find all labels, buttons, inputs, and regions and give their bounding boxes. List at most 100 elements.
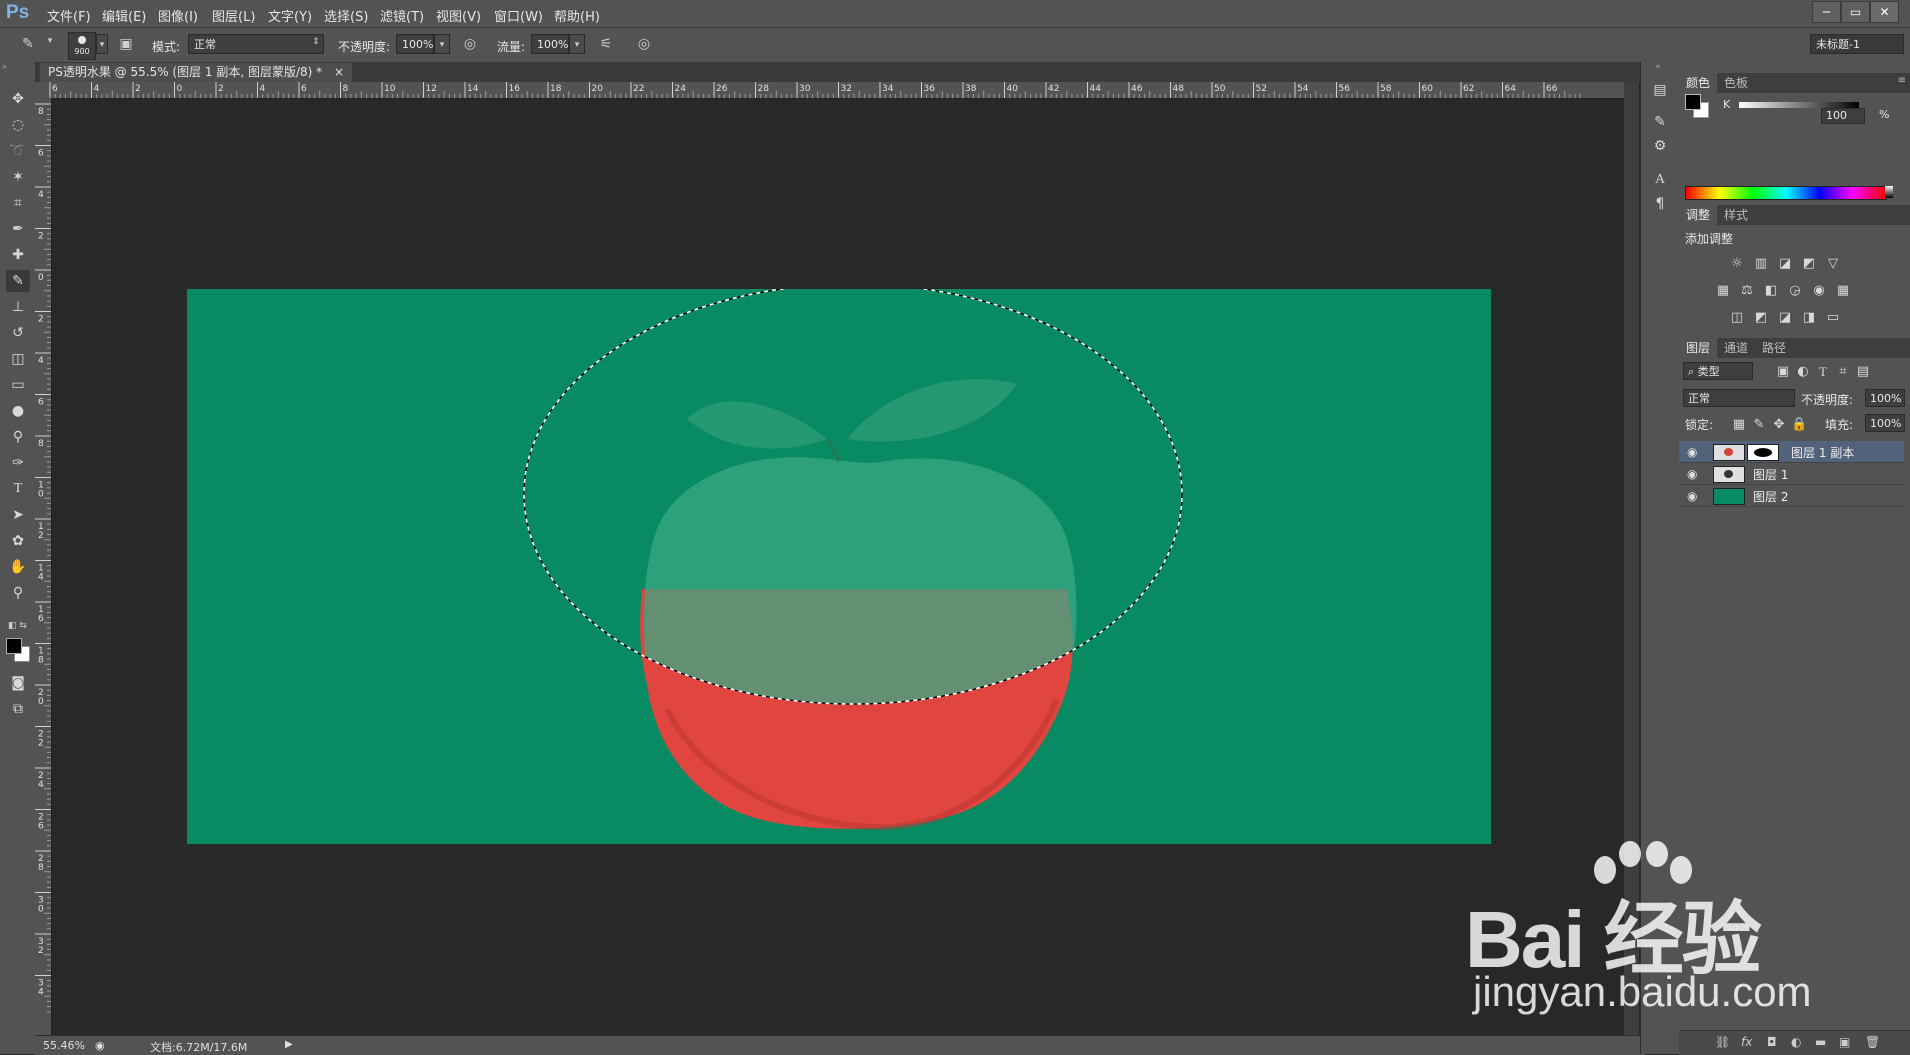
brightness-icon[interactable]: ☼: [1729, 257, 1745, 271]
tab-paths[interactable]: 路径: [1755, 338, 1793, 358]
pen-tool-icon[interactable]: ✑: [6, 452, 30, 474]
color-spectrum-bar[interactable]: [1685, 186, 1887, 200]
minimize-button[interactable]: ─: [1812, 1, 1841, 23]
layer-style-icon[interactable]: fx: [1741, 1035, 1752, 1049]
visibility-eye-icon[interactable]: ◉: [1687, 445, 1697, 459]
menu-select[interactable]: 选择(S): [324, 6, 368, 25]
hue-saturation-icon[interactable]: ▦: [1715, 284, 1731, 298]
workspace-switcher[interactable]: 未标题-1: [1810, 34, 1904, 54]
layer-blend-mode[interactable]: 正常: [1683, 389, 1795, 407]
brush-tool-icon[interactable]: ✎: [6, 270, 30, 292]
lock-position-icon[interactable]: ✥: [1771, 418, 1787, 432]
maximize-button[interactable]: ▭: [1841, 1, 1870, 23]
layer-row[interactable]: ◉ 图层 1 副本: [1679, 441, 1904, 463]
filter-pixel-icon[interactable]: ▣: [1775, 365, 1791, 379]
close-tab-icon[interactable]: ×: [334, 65, 344, 79]
type-tool-icon[interactable]: T: [6, 478, 30, 500]
brush-size-picker[interactable]: 900: [68, 32, 96, 60]
stamp-tool-icon[interactable]: ⊥: [6, 296, 30, 318]
bw-ramp[interactable]: [1885, 186, 1893, 198]
k-value-input[interactable]: 100: [1821, 108, 1865, 124]
healing-tool-icon[interactable]: ✚: [6, 244, 30, 266]
menu-type[interactable]: 文字(Y): [268, 6, 312, 25]
quick-mask-icon[interactable]: ◙: [6, 672, 30, 694]
menu-help[interactable]: 帮助(H): [554, 6, 600, 25]
collapse-strip-icon[interactable]: «: [1655, 62, 1661, 72]
mode-select[interactable]: 正常: [188, 34, 324, 54]
menu-image[interactable]: 图像(I): [158, 6, 198, 25]
exposure-icon[interactable]: ◩: [1801, 257, 1817, 271]
black-white-icon[interactable]: ◧: [1763, 284, 1779, 298]
visibility-eye-icon[interactable]: ◉: [1687, 467, 1697, 481]
history-brush-tool-icon[interactable]: ↺: [6, 322, 30, 344]
lock-transparent-icon[interactable]: ▦: [1731, 418, 1747, 432]
vibrance-icon[interactable]: ▽: [1825, 257, 1841, 271]
tab-channels[interactable]: 通道: [1717, 338, 1755, 358]
menu-edit[interactable]: 编辑(E): [102, 6, 146, 25]
dodge-tool-icon[interactable]: ⚲: [6, 426, 30, 448]
status-menu-arrow-icon[interactable]: ▶: [285, 1039, 293, 1050]
selective-color-icon[interactable]: ◨: [1801, 311, 1817, 325]
layer-row[interactable]: ◉ 图层 2: [1679, 485, 1904, 507]
lasso-tool-icon[interactable]: ➰: [6, 140, 30, 162]
tab-adjustments[interactable]: 调整: [1679, 205, 1718, 225]
opacity-dropdown[interactable]: ▾: [434, 34, 450, 54]
crop-tool-icon[interactable]: ⌗: [6, 192, 30, 214]
paragraph-panel-icon[interactable]: ¶: [1650, 196, 1670, 216]
layer-row[interactable]: ◉ 图层 1: [1679, 463, 1904, 485]
zoom-level[interactable]: 55.46%: [43, 1039, 85, 1052]
brush-tool-preset-icon[interactable]: ✎: [18, 36, 38, 54]
tab-swatches[interactable]: 色板: [1717, 73, 1755, 93]
screen-mode-icon[interactable]: ⧉: [6, 698, 30, 720]
menu-layer[interactable]: 图层(L): [212, 6, 255, 25]
blur-tool-icon[interactable]: ●: [6, 400, 30, 422]
levels-icon[interactable]: ▥: [1753, 257, 1769, 271]
color-lookup-icon[interactable]: ▦: [1835, 284, 1851, 298]
new-group-icon[interactable]: ▬: [1815, 1035, 1826, 1049]
layer-name[interactable]: 图层 2: [1753, 488, 1788, 505]
layer-name[interactable]: 图层 1 副本: [1791, 444, 1854, 461]
visibility-eye-icon[interactable]: ◉: [1687, 489, 1697, 503]
layer-opacity-input[interactable]: 100%: [1865, 389, 1905, 407]
brush-panel-icon[interactable]: ✎: [1650, 114, 1670, 134]
lock-all-icon[interactable]: 🔒: [1791, 418, 1807, 432]
marquee-tool-icon[interactable]: ◌: [6, 114, 30, 136]
new-layer-icon[interactable]: ▣: [1839, 1035, 1850, 1049]
new-adjustment-icon[interactable]: ◐: [1791, 1035, 1801, 1049]
magic-wand-tool-icon[interactable]: ✶: [6, 166, 30, 188]
brush-panel-icon[interactable]: ▣: [116, 36, 136, 54]
photo-filter-icon[interactable]: ◶: [1787, 284, 1803, 298]
ruler-corner[interactable]: [35, 82, 44, 98]
document-tab[interactable]: PS透明水果 @ 55.5% (图层 1 副本, 图层蒙版/8) * ×: [40, 63, 353, 82]
delete-layer-icon[interactable]: 🗑: [1865, 1035, 1880, 1049]
foreground-color-swatch[interactable]: [6, 638, 22, 654]
gradient-tool-icon[interactable]: ▭: [6, 374, 30, 396]
hand-tool-icon[interactable]: ✋: [6, 556, 30, 578]
chevron-down-icon[interactable]: ▾: [40, 36, 60, 54]
add-mask-icon[interactable]: ◘: [1767, 1035, 1777, 1049]
filter-adjust-icon[interactable]: ◐: [1795, 365, 1811, 379]
path-selection-tool-icon[interactable]: ➤: [6, 504, 30, 526]
color-balance-icon[interactable]: ⚖: [1739, 284, 1755, 298]
panel-menu-icon[interactable]: ≡: [1898, 75, 1906, 86]
menu-filter[interactable]: 滤镜(T): [380, 6, 424, 25]
eraser-tool-icon[interactable]: ◫: [6, 348, 30, 370]
close-window-button[interactable]: ✕: [1870, 1, 1899, 23]
flow-input[interactable]: 100%: [531, 34, 569, 54]
tab-styles[interactable]: 样式: [1717, 205, 1755, 225]
document-canvas[interactable]: [187, 289, 1491, 844]
default-colors-icon[interactable]: ◧ ⇆: [8, 621, 27, 631]
brush-size-dropdown[interactable]: ▾: [96, 34, 108, 54]
airbrush-icon[interactable]: ⚟: [596, 36, 616, 54]
channel-mixer-icon[interactable]: ◉: [1811, 284, 1827, 298]
tab-layers[interactable]: 图层: [1679, 338, 1718, 358]
menu-view[interactable]: 视图(V): [436, 6, 481, 25]
status-info-icon[interactable]: ◉: [95, 1039, 105, 1052]
filter-type-icon[interactable]: T: [1815, 365, 1831, 379]
move-tool-icon[interactable]: ✥: [6, 88, 30, 110]
invert-icon[interactable]: ◫: [1729, 311, 1745, 325]
link-layers-icon[interactable]: ⛓: [1715, 1035, 1730, 1049]
pressure-opacity-icon[interactable]: ◎: [460, 36, 480, 54]
collapse-icon[interactable]: »: [2, 63, 32, 71]
color-fg-swatch[interactable]: [1685, 94, 1701, 110]
